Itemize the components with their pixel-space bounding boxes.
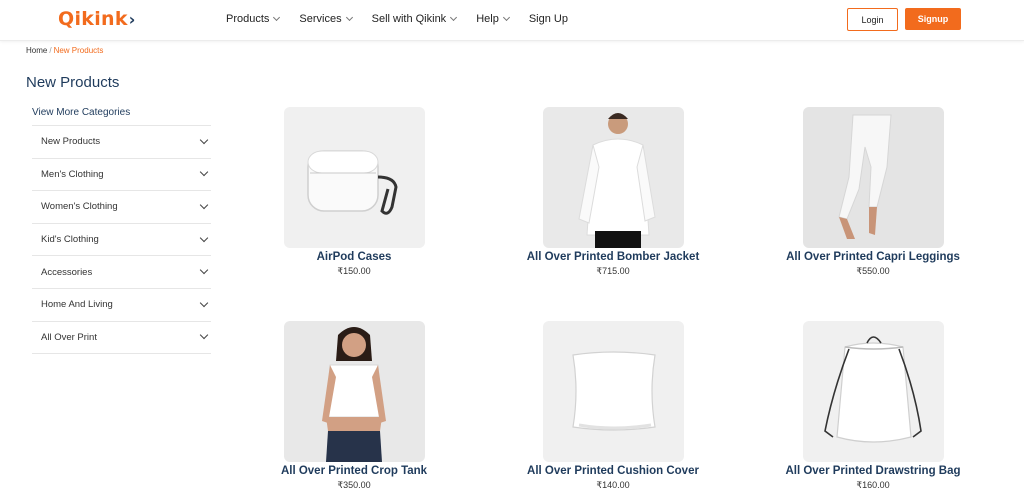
product-name[interactable]: AirPod Cases (244, 251, 464, 263)
nav-help[interactable]: Help (476, 13, 510, 25)
product-price: ₹140.00 (596, 480, 630, 490)
category-item-home-and-living[interactable]: Home And Living (32, 289, 211, 322)
nav-sign-up[interactable]: Sign Up (529, 13, 568, 25)
product-price: ₹350.00 (337, 480, 371, 490)
product-card[interactable]: All Over Printed Drawstring Bag ₹160.00 (763, 321, 983, 491)
chevron-down-icon (199, 168, 209, 177)
nav-products[interactable]: Products (226, 13, 281, 25)
category-label: Accessories (41, 266, 93, 278)
category-item-womens-clothing[interactable]: Women's Clothing (32, 191, 211, 224)
product-name[interactable]: All Over Printed Drawstring Bag (763, 465, 983, 477)
product-card[interactable]: All Over Printed Bomber Jacket ₹715.00 (503, 107, 723, 277)
chevron-down-icon (199, 265, 209, 275)
product-card[interactable]: All Over Printed Cushion Cover ₹140.00 (503, 321, 723, 491)
signup-button[interactable]: Signup (905, 8, 961, 30)
bomber-jacket-image[interactable] (542, 107, 684, 248)
category-label: New Products (41, 136, 101, 148)
breadcrumb-separator: / (49, 46, 52, 55)
product-name[interactable]: All Over Printed Bomber Jacket (503, 251, 723, 263)
airpod-case-image[interactable] (283, 107, 425, 248)
category-item-accessories[interactable]: Accessories (32, 256, 211, 289)
login-button[interactable]: Login (847, 8, 898, 31)
category-item-new-products[interactable]: New Products (32, 126, 211, 159)
product-price: ₹715.00 (596, 266, 630, 276)
capri-leggings-image[interactable] (802, 107, 944, 248)
product-card[interactable]: AirPod Cases ₹150.00 (244, 107, 464, 277)
logo[interactable]: Qikink› (58, 8, 136, 30)
drawstring-bag-image[interactable] (802, 321, 944, 462)
page-title: New Products (26, 74, 120, 91)
cushion-cover-image[interactable] (542, 321, 684, 462)
category-label: All Over Print (41, 331, 97, 343)
category-list: New Products Men's Clothing Women's Clot… (32, 125, 211, 355)
category-item-mens-clothing[interactable]: Men's Clothing (32, 159, 211, 192)
category-label: Men's Clothing (41, 168, 104, 180)
chevron-down-icon (199, 233, 209, 242)
nav-services[interactable]: Services (299, 13, 353, 25)
chevron-down-icon (273, 13, 281, 22)
breadcrumb-current: New Products (53, 46, 104, 55)
chevron-down-icon (450, 13, 458, 22)
product-card[interactable]: All Over Printed Crop Tank ₹350.00 (244, 321, 464, 491)
category-label: Kid's Clothing (41, 234, 99, 246)
logo-chevron-icon: › (128, 10, 136, 29)
view-more-categories-link[interactable]: View More Categories (32, 107, 130, 118)
chevron-down-icon (345, 13, 353, 22)
site-header: Qikink› Products Services Sell with Qiki… (0, 0, 1024, 41)
nav-sell-with-qikink[interactable]: Sell with Qikink (372, 13, 458, 25)
product-name[interactable]: All Over Printed Capri Leggings (763, 251, 983, 263)
product-name[interactable]: All Over Printed Crop Tank (244, 465, 464, 477)
category-item-all-over-print[interactable]: All Over Print (32, 322, 211, 355)
category-label: Home And Living (41, 299, 113, 311)
product-name[interactable]: All Over Printed Cushion Cover (503, 465, 723, 477)
product-price: ₹160.00 (856, 480, 890, 490)
product-card[interactable]: All Over Printed Capri Leggings ₹550.00 (763, 107, 983, 277)
chevron-down-icon (199, 200, 209, 210)
product-price: ₹150.00 (337, 266, 371, 276)
category-item-kids-clothing[interactable]: Kid's Clothing (32, 224, 211, 257)
chevron-down-icon (502, 13, 510, 22)
chevron-down-icon (199, 331, 209, 340)
chevron-down-icon (199, 298, 209, 308)
product-price: ₹550.00 (856, 266, 890, 276)
chevron-down-icon (199, 135, 209, 145)
breadcrumb-home[interactable]: Home (26, 46, 47, 55)
breadcrumb: Home / New Products (26, 46, 103, 55)
crop-tank-image[interactable] (283, 321, 425, 462)
category-label: Women's Clothing (41, 201, 118, 213)
main-nav: Products Services Sell with Qikink Help … (226, 13, 588, 25)
